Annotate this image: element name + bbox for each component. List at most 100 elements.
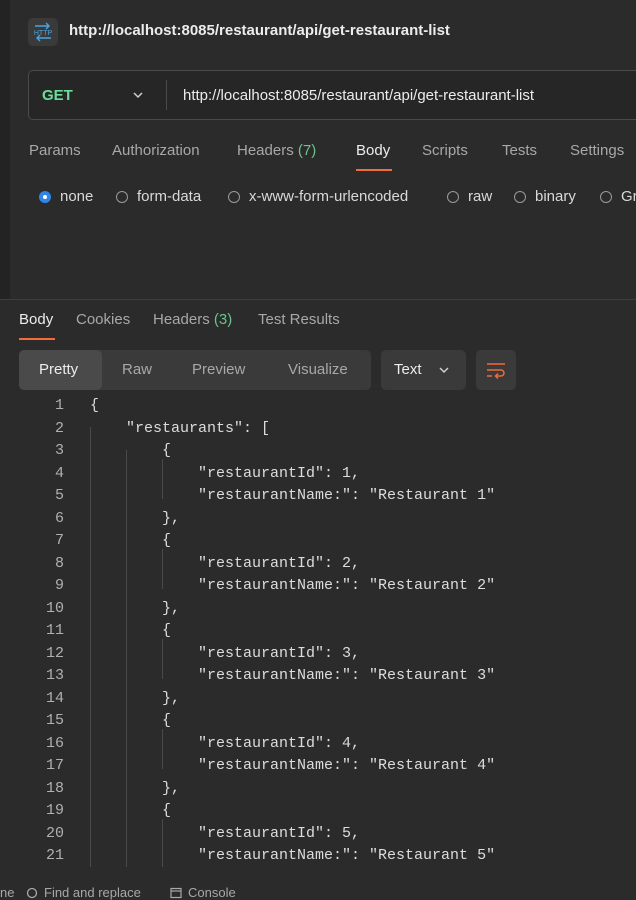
code-line: 6 },: [0, 508, 636, 531]
tab-body[interactable]: Body: [356, 142, 390, 159]
tab-tests[interactable]: Tests: [502, 142, 537, 159]
view-raw-button[interactable]: Raw: [122, 361, 152, 378]
code-text: },: [90, 779, 181, 797]
body-option-form-data[interactable]: form-data: [116, 188, 201, 205]
code-text: "restaurants": [: [90, 419, 271, 437]
wrap-lines-button[interactable]: [476, 350, 516, 390]
code-text: {: [90, 532, 172, 549]
code-text: "restaurantName:": "Restaurant 4": [90, 757, 496, 774]
pane-divider[interactable]: [0, 299, 636, 300]
line-number: 17: [45, 757, 64, 774]
chevron-down-icon[interactable]: [437, 363, 451, 382]
line-number: 11: [45, 622, 64, 639]
radio-icon[interactable]: [600, 190, 612, 203]
code-text: },: [90, 689, 181, 707]
find-replace-button[interactable]: Find and replace: [26, 885, 141, 900]
code-text: {: [90, 442, 172, 459]
url-separator: [166, 80, 167, 110]
response-active-tab-indicator: [19, 338, 55, 340]
code-text: "restaurantId": 3,: [90, 644, 361, 662]
code-line: 13 "restaurantName:": "Restaurant 3": [0, 665, 636, 688]
code-line: 15 {: [0, 710, 636, 733]
method-select[interactable]: GET: [42, 87, 73, 104]
code-line: 5 "restaurantName:": "Restaurant 1": [0, 485, 636, 508]
line-number: 2: [54, 419, 64, 437]
console-button[interactable]: Console: [170, 885, 236, 900]
code-text: "restaurantName:": "Restaurant 1": [90, 487, 496, 504]
code-line: 4 "restaurantId": 1,: [0, 463, 636, 486]
code-line: 3 {: [0, 440, 636, 463]
body-option-none[interactable]: none: [39, 188, 93, 205]
url-input[interactable]: http://localhost:8085/restaurant/api/get…: [183, 87, 534, 104]
chevron-down-icon[interactable]: [131, 88, 145, 107]
wrap-lines-icon: [487, 363, 505, 379]
code-line: 10 },: [0, 598, 636, 621]
console-icon: [170, 887, 182, 898]
code-text: {: [90, 622, 172, 639]
code-text: },: [90, 599, 181, 617]
tab-authorization[interactable]: Authorization: [112, 142, 200, 159]
line-number: 18: [45, 779, 64, 797]
code-line: 20 "restaurantId": 5,: [0, 823, 636, 846]
http-request-icon: HTTP: [28, 18, 58, 46]
response-tab-headers[interactable]: Headers (3): [153, 311, 232, 328]
body-option-graphql[interactable]: Gr: [600, 188, 636, 205]
code-line: 8 "restaurantId": 2,: [0, 553, 636, 576]
radio-icon[interactable]: [228, 190, 240, 203]
response-headers-count: (3): [213, 311, 233, 328]
code-text: "restaurantId": 5,: [90, 824, 361, 842]
line-number: 6: [54, 509, 64, 527]
response-tab-cookies[interactable]: Cookies: [76, 311, 130, 328]
code-line: 14 },: [0, 688, 636, 711]
request-title[interactable]: http://localhost:8085/restaurant/api/get…: [69, 22, 450, 39]
code-line: 21 "restaurantName:": "Restaurant 5": [0, 845, 636, 868]
svg-text:HTTP: HTTP: [34, 30, 53, 37]
search-icon: [26, 887, 38, 898]
response-tab-test-results[interactable]: Test Results: [258, 311, 340, 328]
code-text: {: [90, 802, 172, 819]
code-text: "restaurantId": 4,: [90, 734, 361, 752]
view-preview-button[interactable]: Preview: [192, 361, 245, 378]
body-option-binary[interactable]: binary: [514, 188, 576, 205]
tab-settings[interactable]: Settings: [570, 142, 624, 159]
code-line: 2 "restaurants": [: [0, 418, 636, 441]
line-number: 19: [45, 802, 64, 819]
code-text: },: [90, 509, 181, 527]
code-text: "restaurantId": 2,: [90, 554, 361, 572]
radio-icon[interactable]: [514, 190, 526, 203]
line-number: 3: [54, 442, 64, 459]
code-line: 1{: [0, 395, 636, 418]
body-option-raw[interactable]: raw: [447, 188, 492, 205]
option-label: form-data: [137, 188, 202, 205]
tab-scripts[interactable]: Scripts: [422, 142, 468, 159]
view-visualize-button[interactable]: Visualize: [288, 361, 348, 378]
line-number: 9: [54, 577, 64, 594]
code-text: "restaurantName:": "Restaurant 3": [90, 667, 496, 684]
tab-headers[interactable]: Headers (7): [237, 142, 316, 159]
option-label: Gr: [621, 188, 636, 205]
view-pretty-button[interactable]: Pretty: [39, 361, 78, 378]
status-bar-partial-item[interactable]: ne: [0, 885, 14, 900]
format-select-label[interactable]: Text: [394, 361, 422, 378]
line-number: 4: [54, 464, 64, 482]
code-line: 17 "restaurantName:": "Restaurant 4": [0, 755, 636, 778]
radio-icon[interactable]: [447, 190, 459, 203]
response-tab-body[interactable]: Body: [19, 311, 53, 328]
line-number: 13: [45, 667, 64, 684]
option-label: x-www-form-urlencoded: [249, 188, 409, 205]
body-option-urlencoded[interactable]: x-www-form-urlencoded: [228, 188, 408, 205]
option-label: none: [60, 188, 94, 205]
option-label: raw: [468, 188, 493, 205]
line-number: 8: [54, 554, 64, 572]
tab-params[interactable]: Params: [29, 142, 81, 159]
headers-count: (7): [297, 142, 317, 159]
radio-selected-icon[interactable]: [39, 190, 51, 203]
radio-icon[interactable]: [116, 190, 128, 203]
line-number: 21: [45, 847, 64, 864]
response-tab-headers-label: Headers: [153, 311, 210, 328]
code-text: "restaurantId": 1,: [90, 464, 361, 482]
line-number: 5: [54, 487, 64, 504]
code-line: 11 {: [0, 620, 636, 643]
code-line: 16 "restaurantId": 4,: [0, 733, 636, 756]
find-replace-label: Find and replace: [44, 885, 141, 900]
